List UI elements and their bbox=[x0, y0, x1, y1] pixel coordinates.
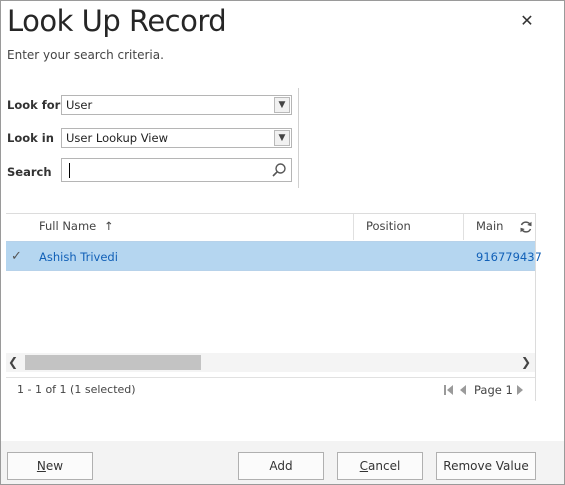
column-label: Full Name bbox=[39, 219, 97, 233]
remove-value-button[interactable]: Remove Value bbox=[436, 452, 536, 480]
chevron-down-icon[interactable]: ▼ bbox=[274, 130, 290, 146]
new-button[interactable]: New bbox=[7, 452, 93, 480]
dialog-subtitle: Enter your search criteria. bbox=[7, 48, 164, 62]
look-in-select[interactable]: User Lookup View ▼ bbox=[61, 128, 292, 148]
search-field[interactable] bbox=[61, 158, 292, 182]
previous-page-icon[interactable] bbox=[459, 384, 467, 396]
sort-ascending-icon: ↑ bbox=[103, 219, 114, 233]
form-divider bbox=[298, 88, 299, 188]
cancel-button[interactable]: Cancel bbox=[337, 452, 423, 480]
look-for-select[interactable]: User ▼ bbox=[61, 95, 292, 115]
search-icon[interactable] bbox=[271, 162, 287, 178]
new-button-accesskey: N bbox=[36, 459, 46, 473]
dialog-title: Look Up Record bbox=[7, 4, 227, 38]
grid-right-border bbox=[535, 213, 536, 401]
cell-main: 916779437 bbox=[476, 250, 542, 264]
column-header-position[interactable]: Position bbox=[366, 219, 411, 233]
look-in-value: User Lookup View bbox=[66, 131, 168, 145]
lookup-dialog: Look Up Record ✕ Enter your search crite… bbox=[0, 0, 565, 485]
column-header-full-name[interactable]: Full Name ↑ bbox=[39, 219, 114, 233]
scroll-right-icon[interactable]: ❯ bbox=[519, 354, 533, 371]
look-for-value: User bbox=[66, 98, 93, 112]
close-icon[interactable]: ✕ bbox=[519, 12, 535, 30]
first-page-icon[interactable] bbox=[443, 384, 454, 396]
cell-full-name[interactable]: Ashish Trivedi bbox=[39, 250, 118, 264]
refresh-icon[interactable] bbox=[519, 220, 533, 234]
search-label: Search bbox=[7, 165, 52, 179]
record-count: 1 - 1 of 1 (1 selected) bbox=[17, 383, 136, 396]
table-row[interactable]: ✓ Ashish Trivedi 916779437 bbox=[6, 241, 542, 271]
cancel-button-label: ancel bbox=[368, 459, 401, 473]
page-label: Page 1 bbox=[474, 383, 513, 397]
look-for-label: Look for bbox=[7, 98, 61, 112]
grid-header: Full Name ↑ Position Main bbox=[6, 214, 535, 240]
next-page-icon[interactable] bbox=[516, 384, 524, 396]
column-header-main[interactable]: Main bbox=[476, 219, 503, 233]
look-in-label: Look in bbox=[7, 131, 54, 145]
cancel-button-accesskey: C bbox=[359, 459, 369, 473]
check-icon[interactable]: ✓ bbox=[11, 249, 22, 264]
column-divider[interactable] bbox=[353, 214, 354, 240]
add-button[interactable]: Add bbox=[238, 452, 324, 480]
scrollbar-thumb[interactable] bbox=[25, 355, 201, 370]
chevron-down-icon[interactable]: ▼ bbox=[274, 97, 290, 113]
new-button-label: ew bbox=[45, 459, 64, 473]
column-divider[interactable] bbox=[463, 214, 464, 240]
footer-divider bbox=[6, 377, 535, 378]
scroll-left-icon[interactable]: ❮ bbox=[6, 354, 20, 371]
text-caret bbox=[69, 163, 70, 178]
search-input[interactable] bbox=[65, 161, 260, 179]
